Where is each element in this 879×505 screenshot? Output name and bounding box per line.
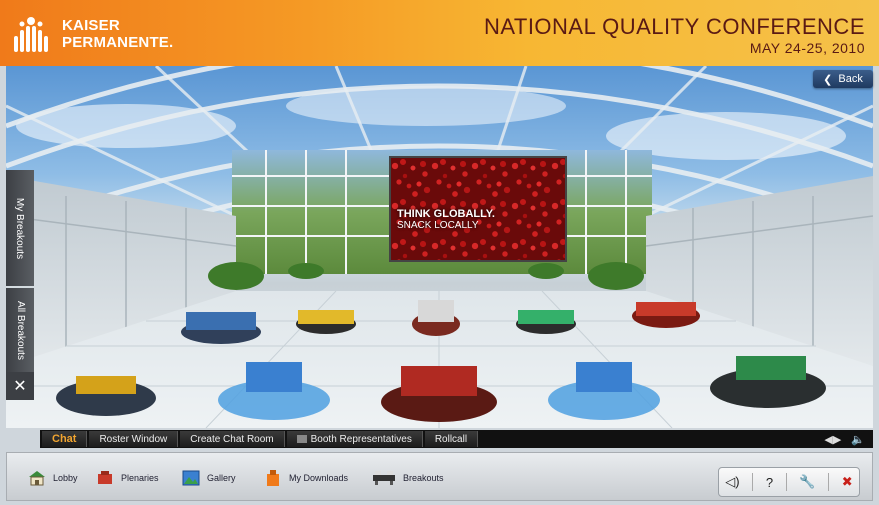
tab-booth-label: Booth Representatives <box>310 433 412 445</box>
kaiser-sun-icon <box>10 14 56 54</box>
logo-line2: PERMANENTE. <box>62 34 174 51</box>
nav-gallery-label: Gallery <box>207 473 236 483</box>
header-banner: KAISER PERMANENTE. NATIONAL QUALITY CONF… <box>0 0 879 66</box>
screen-slogan-line1: THINK GLOBALLY. <box>397 208 495 220</box>
help-button[interactable]: ? <box>766 475 773 490</box>
bottom-nav-bar: Lobby Plenaries Gallery My Downloads Bre… <box>6 452 873 501</box>
logo-line1: KAISER <box>62 17 120 34</box>
main-video-screen[interactable]: THINK GLOBALLY. SNACK LOCALLY <box>389 156 567 262</box>
exit-icon[interactable]: ✖ <box>842 474 853 490</box>
nav-breakouts-label: Breakouts <box>403 473 444 483</box>
screen-slogan-line2: SNACK LOCALLY <box>397 220 479 231</box>
wrench-icon[interactable]: 🔧 <box>799 474 815 490</box>
tab-create-room-label: Create Chat Room <box>190 433 274 445</box>
tab-chat-label: Chat <box>52 433 77 445</box>
back-button[interactable]: ❮ Back <box>813 70 873 88</box>
nav-breakouts[interactable]: Breakouts <box>371 469 444 487</box>
nav-lobby-label: Lobby <box>53 473 78 483</box>
nav-plenaries-label: Plenaries <box>121 473 159 483</box>
lobby-icon <box>29 471 45 486</box>
all-breakouts-label: All Breakouts <box>14 300 26 360</box>
nav-downloads-label: My Downloads <box>289 473 349 483</box>
downloads-icon <box>267 470 279 486</box>
tab-roster-label: Roster Window <box>99 433 168 445</box>
gallery-icon <box>182 470 200 486</box>
tab-chat[interactable]: Chat <box>42 431 88 447</box>
system-controls: ◁) ? 🔧 ✖ <box>718 467 860 497</box>
tab-roster-window[interactable]: Roster Window <box>89 431 179 447</box>
chat-volume-icon[interactable]: 🔈 <box>851 433 865 446</box>
all-breakouts-tab[interactable]: All Breakouts <box>6 288 34 372</box>
close-icon: ✕ <box>13 378 27 395</box>
nav-my-downloads[interactable]: My Downloads <box>263 469 348 487</box>
plenaries-icon <box>98 471 112 484</box>
back-label: Back <box>838 73 863 85</box>
breakouts-icon <box>373 471 395 485</box>
tab-rollcall[interactable]: Rollcall <box>424 431 479 447</box>
expand-arrows-icon[interactable]: ◀▶ <box>824 433 841 446</box>
nav-plenaries[interactable]: Plenaries <box>95 469 159 487</box>
my-breakouts-tab[interactable]: My Breakouts <box>6 170 34 286</box>
tab-rollcall-label: Rollcall <box>434 433 468 445</box>
virtual-hall-scene: THINK GLOBALLY. SNACK LOCALLY <box>6 66 873 428</box>
close-panel-button[interactable]: ✕ <box>6 372 34 400</box>
chat-bar: Chat Roster Window Create Chat Room Boot… <box>40 430 873 448</box>
kaiser-logo: KAISER PERMANENTE. <box>10 10 173 58</box>
nav-lobby[interactable]: Lobby <box>27 469 78 487</box>
my-breakouts-label: My Breakouts <box>14 197 26 259</box>
nav-gallery[interactable]: Gallery <box>181 469 236 487</box>
conference-title: NATIONAL QUALITY CONFERENCE <box>483 14 865 39</box>
chevron-left-icon: ❮ <box>823 73 833 86</box>
tab-booth-representatives[interactable]: Booth Representatives <box>286 431 423 447</box>
booth-icon <box>296 435 307 443</box>
tab-create-chat-room[interactable]: Create Chat Room <box>180 431 285 447</box>
speaker-icon[interactable]: ◁) <box>725 474 739 490</box>
conference-dates: MAY 24-25, 2010 <box>749 40 865 56</box>
